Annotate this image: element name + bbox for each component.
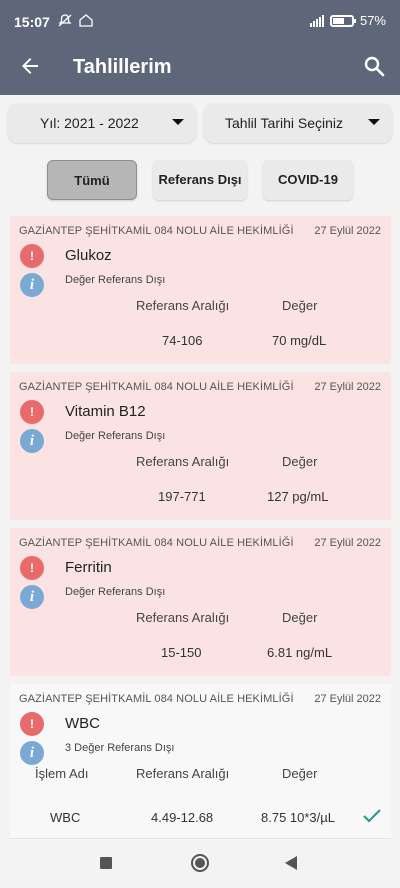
result-value: 70 mg/dL	[272, 333, 327, 348]
result-status: 3 Değer Referans Dışı	[65, 742, 175, 754]
test-name: WBC	[65, 715, 100, 732]
result-value: 127 pg/mL	[267, 489, 329, 504]
battery-icon	[329, 14, 356, 27]
warning-icon: !	[20, 244, 44, 268]
date-dropdown-label: Tahlil Tarihi Seçiniz	[225, 115, 344, 131]
result-status: Değer Referans Dışı	[65, 274, 166, 286]
year-dropdown[interactable]: Yıl: 2021 - 2022	[8, 103, 196, 143]
warning-icon: !	[20, 556, 44, 580]
row-divider	[10, 838, 391, 839]
status-right: 57%	[309, 13, 386, 28]
home-app-icon	[79, 14, 93, 27]
result-status: Değer Referans Dışı	[65, 586, 166, 598]
recent-apps-icon[interactable]	[100, 857, 112, 869]
home-icon[interactable]	[191, 854, 209, 872]
institution-name: GAZİANTEP ŞEHİTKAMİL 084 NOLU AİLE HEKİM…	[19, 537, 294, 549]
result-card-ferritin[interactable]: GAZİANTEP ŞEHİTKAMİL 084 NOLU AİLE HEKİM…	[10, 528, 391, 676]
info-icon[interactable]: i	[20, 585, 44, 609]
date-dropdown[interactable]: Tahlil Tarihi Seçiniz	[204, 103, 392, 143]
institution-name: GAZİANTEP ŞEHİTKAMİL 084 NOLU AİLE HEKİM…	[19, 693, 294, 705]
tab-covid19[interactable]: COVID-19	[263, 160, 353, 200]
procedure-name: WBC	[50, 810, 81, 825]
app-bar: Tahlillerim	[0, 40, 400, 95]
reference-range-header: Referans Aralığı	[136, 454, 230, 469]
page-title: Tahlillerim	[73, 56, 172, 78]
tab-all[interactable]: Tümü	[47, 160, 137, 200]
tab-out-of-range[interactable]: Referans Dışı	[153, 160, 247, 200]
value-header: Değer	[282, 298, 318, 313]
reference-range-header: Referans Aralığı	[136, 610, 230, 625]
test-name: Glukoz	[65, 247, 112, 264]
reference-range: 15-150	[161, 645, 202, 660]
result-card-glukoz[interactable]: GAZİANTEP ŞEHİTKAMİL 084 NOLU AİLE HEKİM…	[10, 216, 391, 364]
reference-range-header: Referans Aralığı	[136, 766, 230, 781]
result-date: 27 Eylül 2022	[314, 381, 381, 393]
notification-icons	[58, 14, 93, 30]
result-date: 27 Eylül 2022	[314, 693, 381, 705]
info-icon[interactable]: i	[20, 741, 44, 765]
status-time: 15:07	[14, 14, 50, 30]
warning-icon: !	[20, 712, 44, 736]
result-date: 27 Eylül 2022	[314, 225, 381, 237]
chevron-down-icon	[368, 119, 380, 125]
test-name: Ferritin	[65, 559, 112, 576]
value-header: Değer	[282, 766, 318, 781]
reference-range-header: Referans Aralığı	[136, 298, 230, 313]
result-card-vitamin-b12[interactable]: GAZİANTEP ŞEHİTKAMİL 084 NOLU AİLE HEKİM…	[10, 372, 391, 520]
warning-icon: !	[20, 400, 44, 424]
info-icon[interactable]: i	[20, 429, 44, 453]
institution-name: GAZİANTEP ŞEHİTKAMİL 084 NOLU AİLE HEKİM…	[19, 381, 294, 393]
mute-icon	[58, 14, 72, 27]
test-name: Vitamin B12	[65, 403, 146, 420]
result-value: 6.81 ng/mL	[267, 645, 333, 660]
result-status: Değer Referans Dışı	[65, 430, 166, 442]
back-arrow-icon[interactable]	[18, 54, 42, 78]
status-bar: 15:07 57%	[0, 0, 400, 40]
search-icon[interactable]	[362, 54, 386, 78]
reference-range: 4.49-12.68	[151, 810, 214, 825]
check-icon	[363, 809, 381, 823]
result-value: 8.75 10*3/µL	[261, 810, 335, 825]
result-card-wbc[interactable]: GAZİANTEP ŞEHİTKAMİL 084 NOLU AİLE HEKİM…	[10, 684, 391, 840]
system-nav-bar	[0, 840, 400, 888]
result-date: 27 Eylül 2022	[314, 537, 381, 549]
year-dropdown-label: Yıl: 2021 - 2022	[40, 115, 139, 131]
value-header: Değer	[282, 454, 318, 469]
signal-icon	[309, 14, 324, 27]
value-header: Değer	[282, 610, 318, 625]
reference-range: 197-771	[158, 489, 206, 504]
procedure-name-header: İşlem Adı	[35, 766, 89, 781]
reference-range: 74-106	[162, 333, 203, 348]
institution-name: GAZİANTEP ŞEHİTKAMİL 084 NOLU AİLE HEKİM…	[19, 225, 294, 237]
back-icon[interactable]	[285, 856, 297, 870]
battery-level: 57%	[359, 13, 386, 28]
info-icon[interactable]: i	[20, 273, 44, 297]
chevron-down-icon	[172, 119, 184, 125]
